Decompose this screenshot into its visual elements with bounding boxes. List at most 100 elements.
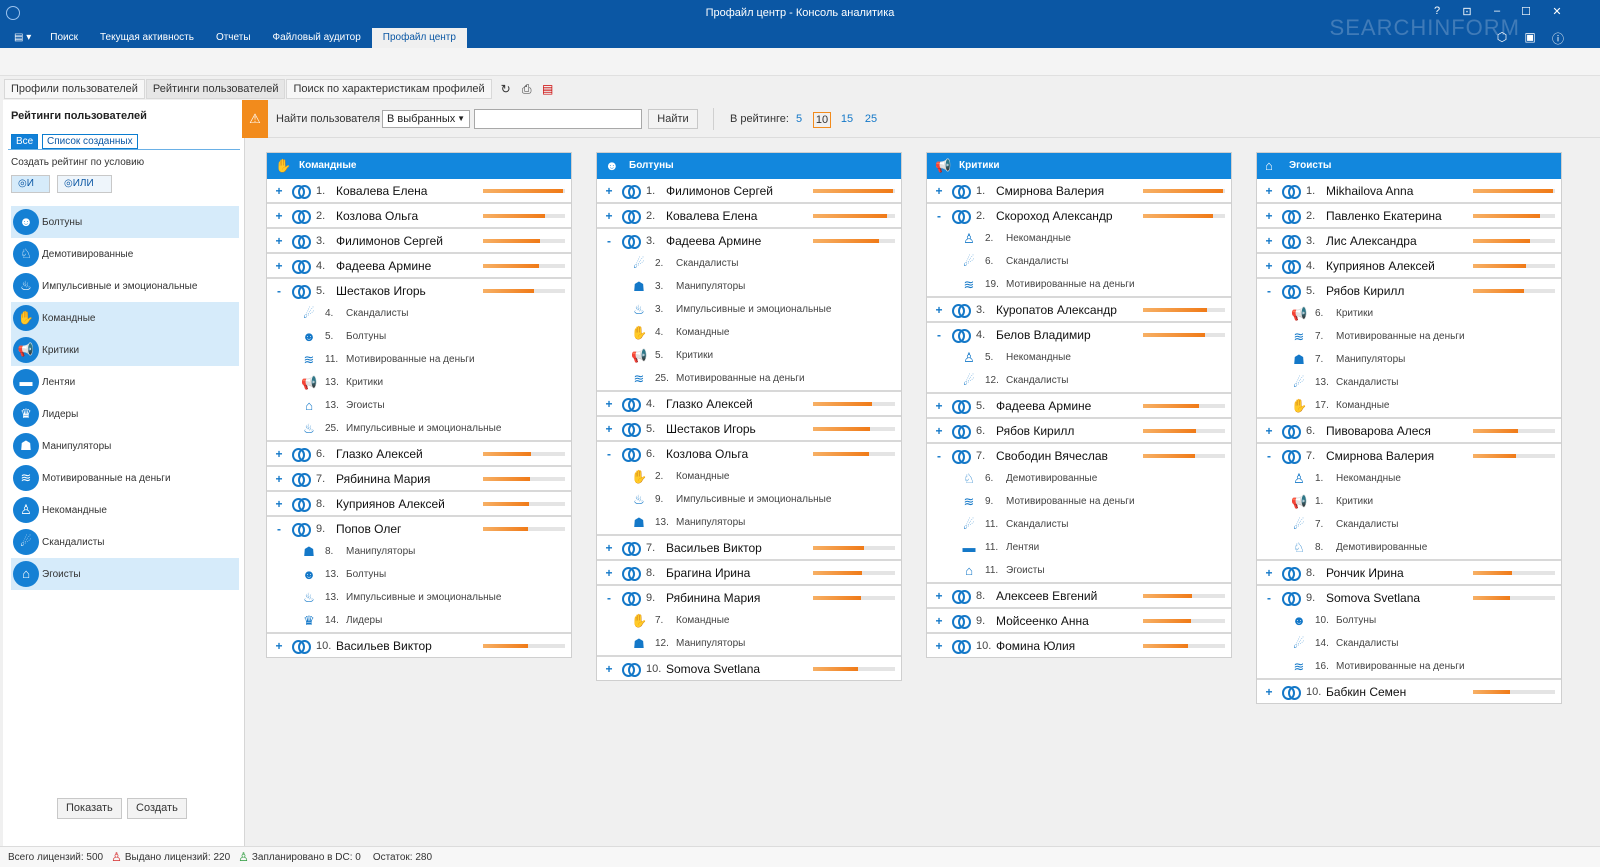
expand-button[interactable]: + <box>1262 234 1276 248</box>
maximize-button[interactable]: ☐ <box>1517 5 1535 18</box>
user-row[interactable]: +4. Глазко Алексей <box>597 392 901 415</box>
rings-icon[interactable] <box>952 184 971 199</box>
category-item[interactable]: ☻ Болтуны <box>11 206 239 238</box>
rings-icon[interactable] <box>952 399 971 414</box>
expand-button[interactable]: + <box>602 422 616 436</box>
tab-profile-center[interactable]: Профайл центр <box>371 28 467 48</box>
scope-select[interactable]: В выбранных ▼ <box>382 110 470 128</box>
help-icon[interactable]: ? <box>1428 5 1446 17</box>
expand-button[interactable]: + <box>932 614 946 628</box>
tab-file-auditor[interactable]: Файловый аудитор <box>262 28 372 48</box>
rings-icon[interactable] <box>622 662 641 677</box>
user-row[interactable]: +1. Ковалева Елена <box>267 179 571 202</box>
user-row[interactable]: - 2. Скороход Александр <box>927 204 1231 227</box>
package-icon[interactable]: ⬡ <box>1494 30 1510 44</box>
user-row[interactable]: +10. Бабкин Семен <box>1257 680 1561 703</box>
user-row[interactable]: +8. Брагина Ирина <box>597 561 901 584</box>
print-icon[interactable]: ⎙ <box>519 81 535 97</box>
collapse-button[interactable]: - <box>602 591 616 605</box>
subtab-user-profiles[interactable]: Профили пользователей <box>4 79 145 99</box>
rings-icon[interactable] <box>292 472 311 487</box>
id-card-icon[interactable]: ▣ <box>1522 30 1538 44</box>
rings-icon[interactable] <box>292 259 311 274</box>
category-item[interactable]: ♙ Некомандные <box>11 494 239 526</box>
rings-icon[interactable] <box>1282 591 1301 606</box>
rating-option-15[interactable]: 15 <box>838 112 856 128</box>
collapse-button[interactable]: - <box>932 209 946 223</box>
rings-icon[interactable] <box>622 397 641 412</box>
category-item[interactable]: ≋ Мотивированные на деньги <box>11 462 239 494</box>
user-row[interactable]: +2. Ковалева Елена <box>597 204 901 227</box>
expand-button[interactable]: + <box>272 209 286 223</box>
rating-option-25[interactable]: 25 <box>862 112 880 128</box>
expand-button[interactable]: + <box>272 234 286 248</box>
export-pdf-icon[interactable]: ▤ <box>540 81 556 97</box>
tab-reports[interactable]: Отчеты <box>205 28 262 48</box>
expand-button[interactable]: + <box>1262 259 1276 273</box>
user-row[interactable]: +1. Филимонов Сергей <box>597 179 901 202</box>
rings-icon[interactable] <box>952 449 971 464</box>
user-row[interactable]: +7. Васильев Виктор <box>597 536 901 559</box>
user-row[interactable]: +7. Рябинина Мария <box>267 467 571 490</box>
create-button[interactable]: Создать <box>127 798 187 819</box>
category-item[interactable]: ♘ Демотивированные <box>11 238 239 270</box>
rings-icon[interactable] <box>292 522 311 537</box>
user-row[interactable]: +6. Рябов Кирилл <box>927 419 1231 442</box>
category-item[interactable]: ✋ Командные <box>11 302 239 334</box>
user-row[interactable]: +5. Фадеева Армине <box>927 394 1231 417</box>
rings-icon[interactable] <box>952 209 971 224</box>
user-row[interactable]: - 7. Свободин Вячеслав <box>927 444 1231 467</box>
rings-icon[interactable] <box>952 303 971 318</box>
rings-icon[interactable] <box>292 497 311 512</box>
user-row[interactable]: +8. Алексеев Евгений <box>927 584 1231 607</box>
rings-icon[interactable] <box>1282 184 1301 199</box>
expand-button[interactable]: + <box>272 184 286 198</box>
rings-icon[interactable] <box>292 447 311 462</box>
expand-button[interactable]: + <box>1262 685 1276 699</box>
subtab-profile-search[interactable]: Поиск по характеристикам профилей <box>286 79 492 99</box>
layout-icon[interactable]: ⊡ <box>1458 5 1476 18</box>
expand-button[interactable]: + <box>602 184 616 198</box>
category-item[interactable]: ♛ Лидеры <box>11 398 239 430</box>
user-row[interactable]: - 9. Попов Олег <box>267 517 571 540</box>
expand-button[interactable]: + <box>1262 424 1276 438</box>
collapse-button[interactable]: - <box>1262 449 1276 463</box>
expand-button[interactable]: + <box>932 399 946 413</box>
rings-icon[interactable] <box>952 328 971 343</box>
rings-icon[interactable] <box>292 184 311 199</box>
collapse-button[interactable]: - <box>272 522 286 536</box>
category-item[interactable]: ☗ Манипуляторы <box>11 430 239 462</box>
user-row[interactable]: +3. Куропатов Александр <box>927 298 1231 321</box>
collapse-button[interactable]: - <box>1262 284 1276 298</box>
user-row[interactable]: +6. Пивоварова Алеся <box>1257 419 1561 442</box>
subtab-user-ratings[interactable]: Рейтинги пользователей <box>145 79 286 99</box>
collapse-button[interactable]: - <box>602 447 616 461</box>
rings-icon[interactable] <box>292 284 311 299</box>
rings-icon[interactable] <box>952 614 971 629</box>
category-item[interactable]: ♨ Импульсивные и эмоциональные <box>11 270 239 302</box>
user-row[interactable]: - 5. Рябов Кирилл <box>1257 279 1561 302</box>
expand-button[interactable]: + <box>272 639 286 653</box>
user-row[interactable]: +2. Павленко Екатерина <box>1257 204 1561 227</box>
user-row[interactable]: +3. Лис Александра <box>1257 229 1561 252</box>
rings-icon[interactable] <box>1282 284 1301 299</box>
minimize-button[interactable]: – <box>1488 5 1506 17</box>
find-button[interactable]: Найти <box>648 109 698 129</box>
expand-button[interactable]: + <box>602 566 616 580</box>
expand-button[interactable]: + <box>1262 566 1276 580</box>
user-row[interactable]: +10. Фомина Юлия <box>927 634 1231 657</box>
rings-icon[interactable] <box>622 184 641 199</box>
rings-icon[interactable] <box>1282 449 1301 464</box>
expand-button[interactable]: + <box>932 184 946 198</box>
filter-all-button[interactable]: Все <box>11 134 39 149</box>
collapse-button[interactable]: - <box>272 284 286 298</box>
rings-icon[interactable] <box>622 209 641 224</box>
rings-icon[interactable] <box>622 422 641 437</box>
user-search-input[interactable] <box>474 109 642 129</box>
user-row[interactable]: +8. Куприянов Алексей <box>267 492 571 515</box>
expand-button[interactable]: + <box>932 424 946 438</box>
user-row[interactable]: - 3. Фадеева Армине <box>597 229 901 252</box>
user-row[interactable]: +4. Куприянов Алексей <box>1257 254 1561 277</box>
user-row[interactable]: +6. Глазко Алексей <box>267 442 571 465</box>
rings-icon[interactable] <box>292 234 311 249</box>
